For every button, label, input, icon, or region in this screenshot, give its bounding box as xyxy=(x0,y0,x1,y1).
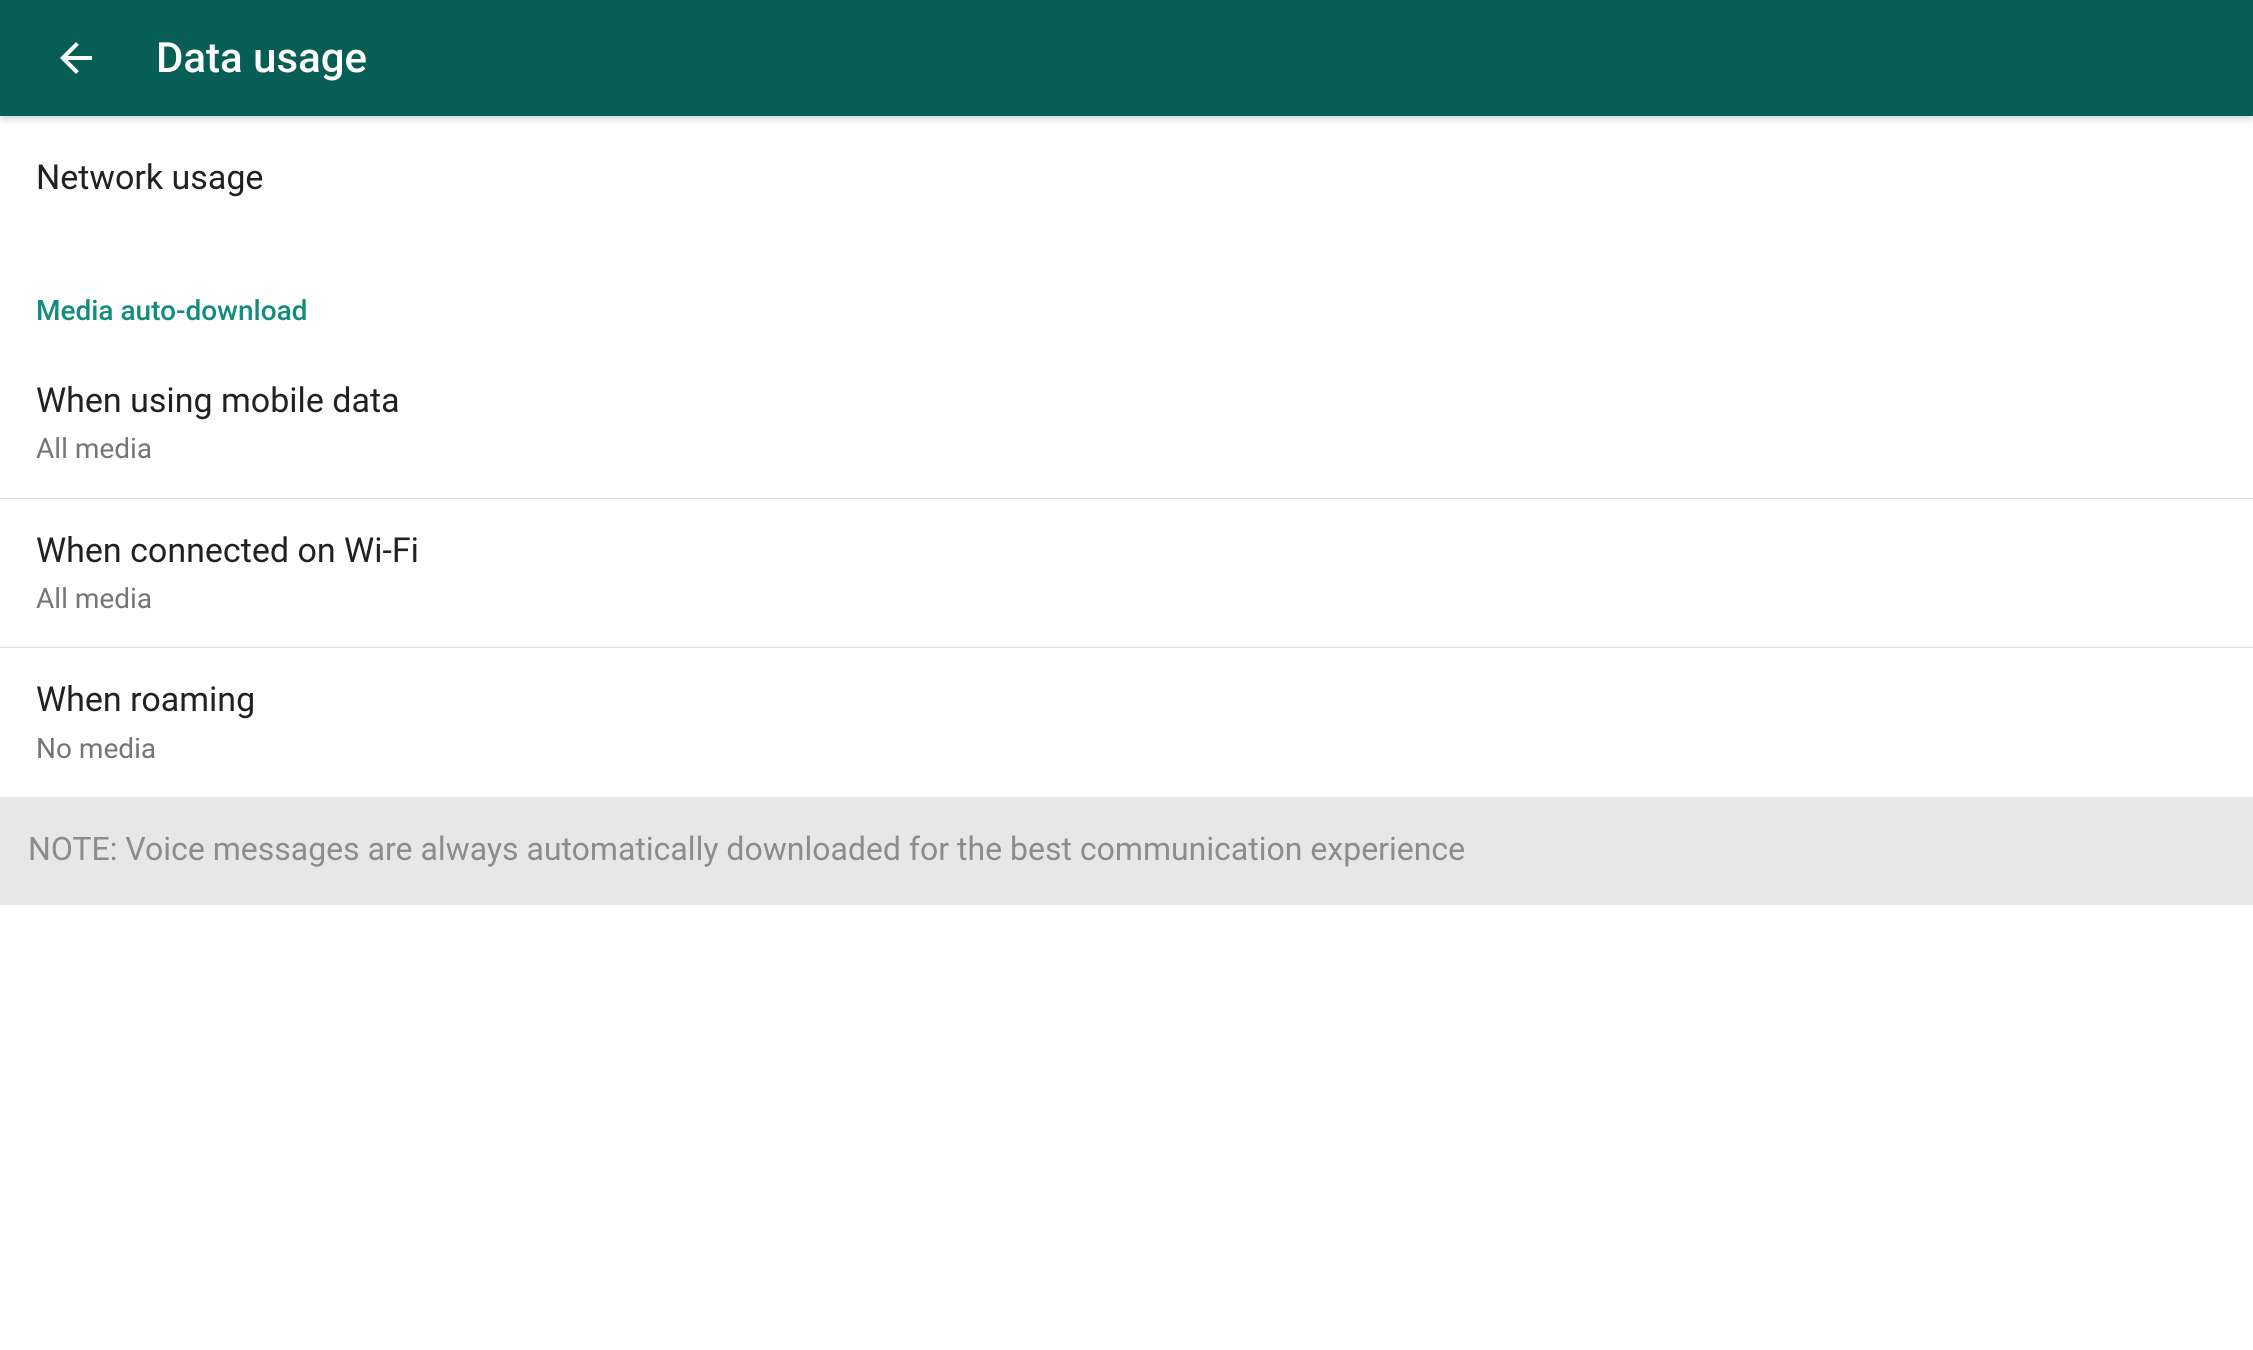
wifi-title: When connected on Wi-Fi xyxy=(36,529,2217,573)
mobile-data-subtitle: All media xyxy=(36,431,2217,467)
mobile-data-item[interactable]: When using mobile data All media xyxy=(0,349,2253,498)
network-usage-title: Network usage xyxy=(36,156,2217,200)
wifi-subtitle: All media xyxy=(36,581,2217,617)
page-title: Data usage xyxy=(156,34,367,83)
roaming-subtitle: No media xyxy=(36,731,2217,767)
media-auto-download-header: Media auto-download xyxy=(0,242,2253,349)
roaming-item[interactable]: When roaming No media xyxy=(0,648,2253,797)
settings-list: Network usage Media auto-download When u… xyxy=(0,116,2253,905)
network-usage-item[interactable]: Network usage xyxy=(0,116,2253,242)
roaming-title: When roaming xyxy=(36,678,2217,722)
note-text: NOTE: Voice messages are always automati… xyxy=(0,797,2253,905)
wifi-item[interactable]: When connected on Wi-Fi All media xyxy=(0,499,2253,648)
mobile-data-title: When using mobile data xyxy=(36,379,2217,423)
app-bar: Data usage xyxy=(0,0,2253,116)
back-button[interactable] xyxy=(48,30,104,86)
arrow-back-icon xyxy=(52,34,100,82)
